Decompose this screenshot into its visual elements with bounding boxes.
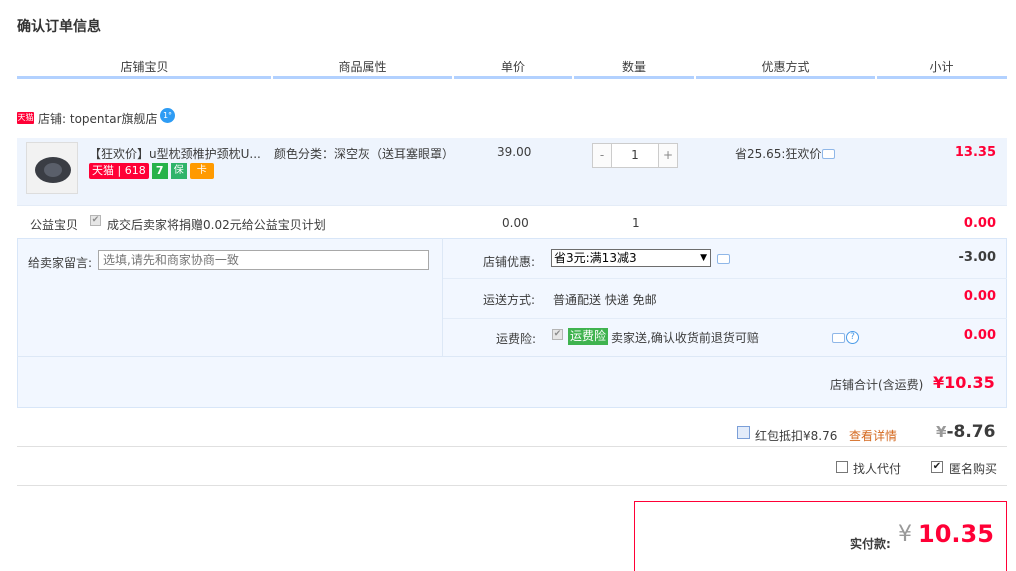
options-row-divider (443, 318, 1007, 319)
tmall-618-badge: 天猫 | 618 (89, 163, 149, 179)
anonymous-label: 匿名购买 (949, 462, 998, 476)
insurance-comment-icon[interactable] (832, 333, 845, 343)
promotion-comment-icon[interactable] (822, 149, 835, 159)
shop-total-amount: ¥10.35 (933, 373, 995, 392)
column-header-subtotal: 小计 (929, 60, 954, 74)
payment-yen: ¥ (898, 522, 912, 547)
header-underline (454, 76, 572, 79)
promotion-text: 省25.65:狂欢价 (735, 147, 822, 161)
charity-subtotal: 0.00 (963, 216, 996, 231)
header-underline (696, 76, 875, 79)
red-packet-amount-group: ¥-8.76 (936, 422, 995, 442)
discount-comment-icon[interactable] (717, 254, 730, 264)
shop-discount-selected: 省3元:满13减3 (554, 251, 637, 265)
seven-day-return-icon: 7 (151, 163, 168, 179)
shipping-amount: 0.00 (963, 289, 996, 304)
payment-label: 实付款: (850, 537, 891, 551)
insurance-description: 卖家送,确认收货前退货可赔 (611, 331, 759, 345)
product-badges: 天猫 | 618 7 保 卡 (89, 163, 214, 181)
payment-amount: 10.35 (918, 520, 994, 548)
insurance-checkbox[interactable]: ✔ (552, 329, 563, 340)
shop-total-divider (17, 356, 1007, 357)
shop-discount-amount: -3.00 (958, 250, 996, 265)
red-packet-amount: -8.76 (946, 422, 996, 442)
credit-card-icon: 卡 (189, 163, 214, 179)
charity-checkbox: ✔ (90, 215, 101, 226)
options-divider-bottom (17, 485, 1007, 486)
shop-discount-label: 店铺优惠: (483, 255, 536, 269)
quantity-plus-button[interactable]: + (658, 143, 678, 168)
quantity-stepper: - 1 + (592, 143, 678, 168)
header-underline (877, 76, 1007, 79)
seller-message-label: 给卖家留言: (28, 256, 93, 270)
column-header-attributes: 商品属性 (338, 60, 387, 74)
charity-price: 0.00 (502, 216, 529, 230)
tmall-shop-icon: 天猫 (17, 112, 34, 124)
guarantee-icon: 保 (170, 163, 187, 179)
red-packet-label: 红包抵扣¥8.76 (755, 429, 838, 443)
options-row-divider (443, 278, 1007, 279)
product-attribute: 颜色分类：深空灰（送耳塞眼罩） (274, 147, 455, 161)
seller-message-input[interactable] (98, 250, 429, 270)
charity-description: 成交后卖家将捐赠0.02元给公益宝贝计划 (107, 218, 326, 232)
quantity-minus-button[interactable]: - (592, 143, 612, 168)
options-divider (442, 238, 443, 356)
header-underline (574, 76, 694, 79)
shop-total-label: 店铺合计(含运费) (830, 378, 924, 392)
red-packet-checkbox[interactable] (737, 426, 750, 439)
product-title-link[interactable]: 【狂欢价】u型枕颈椎护颈枕U... (89, 145, 261, 162)
unit-price: 39.00 (497, 145, 532, 159)
quantity-input[interactable]: 1 (612, 143, 658, 168)
page-title: 确认订单信息 (17, 19, 101, 35)
column-header-promotion: 优惠方式 (761, 60, 810, 74)
shipping-label: 运送方式: (483, 293, 536, 307)
insurance-amount: 0.00 (963, 328, 996, 343)
red-packet-yen: ¥ (936, 423, 947, 441)
charity-label: 公益宝贝 (30, 218, 79, 232)
insurance-label: 运费险: (496, 332, 537, 346)
column-header-quantity: 数量 (621, 60, 646, 74)
anonymous-checkbox[interactable]: ✔ (931, 461, 943, 473)
shipping-method: 普通配送 快递 免邮 (553, 293, 657, 307)
insurance-tag: 运费险 (568, 328, 609, 345)
charity-quantity: 1 (632, 216, 640, 230)
pillow-image-highlight (44, 163, 62, 177)
column-header-price: 单价 (500, 60, 525, 74)
dropdown-arrow-icon: ▼ (700, 253, 707, 263)
help-question-icon[interactable]: ? (846, 331, 859, 344)
shop-discount-select[interactable]: 省3元:满13减3 ▼ (551, 249, 711, 267)
shop-name-link[interactable]: 店铺: topentar旗舰店 (38, 110, 158, 127)
red-packet-divider (17, 446, 1007, 447)
header-underline (273, 76, 452, 79)
red-packet-details-link[interactable]: 查看详情 (849, 427, 897, 444)
wangwang-chat-icon[interactable]: 1° (160, 108, 175, 123)
proxy-pay-label: 找人代付 (853, 462, 902, 476)
header-underline (17, 76, 271, 79)
column-header-shop-item: 店铺宝贝 (120, 60, 169, 74)
item-subtotal: 13.35 (954, 145, 996, 160)
proxy-pay-checkbox[interactable] (836, 461, 848, 473)
product-thumbnail[interactable] (26, 142, 78, 194)
